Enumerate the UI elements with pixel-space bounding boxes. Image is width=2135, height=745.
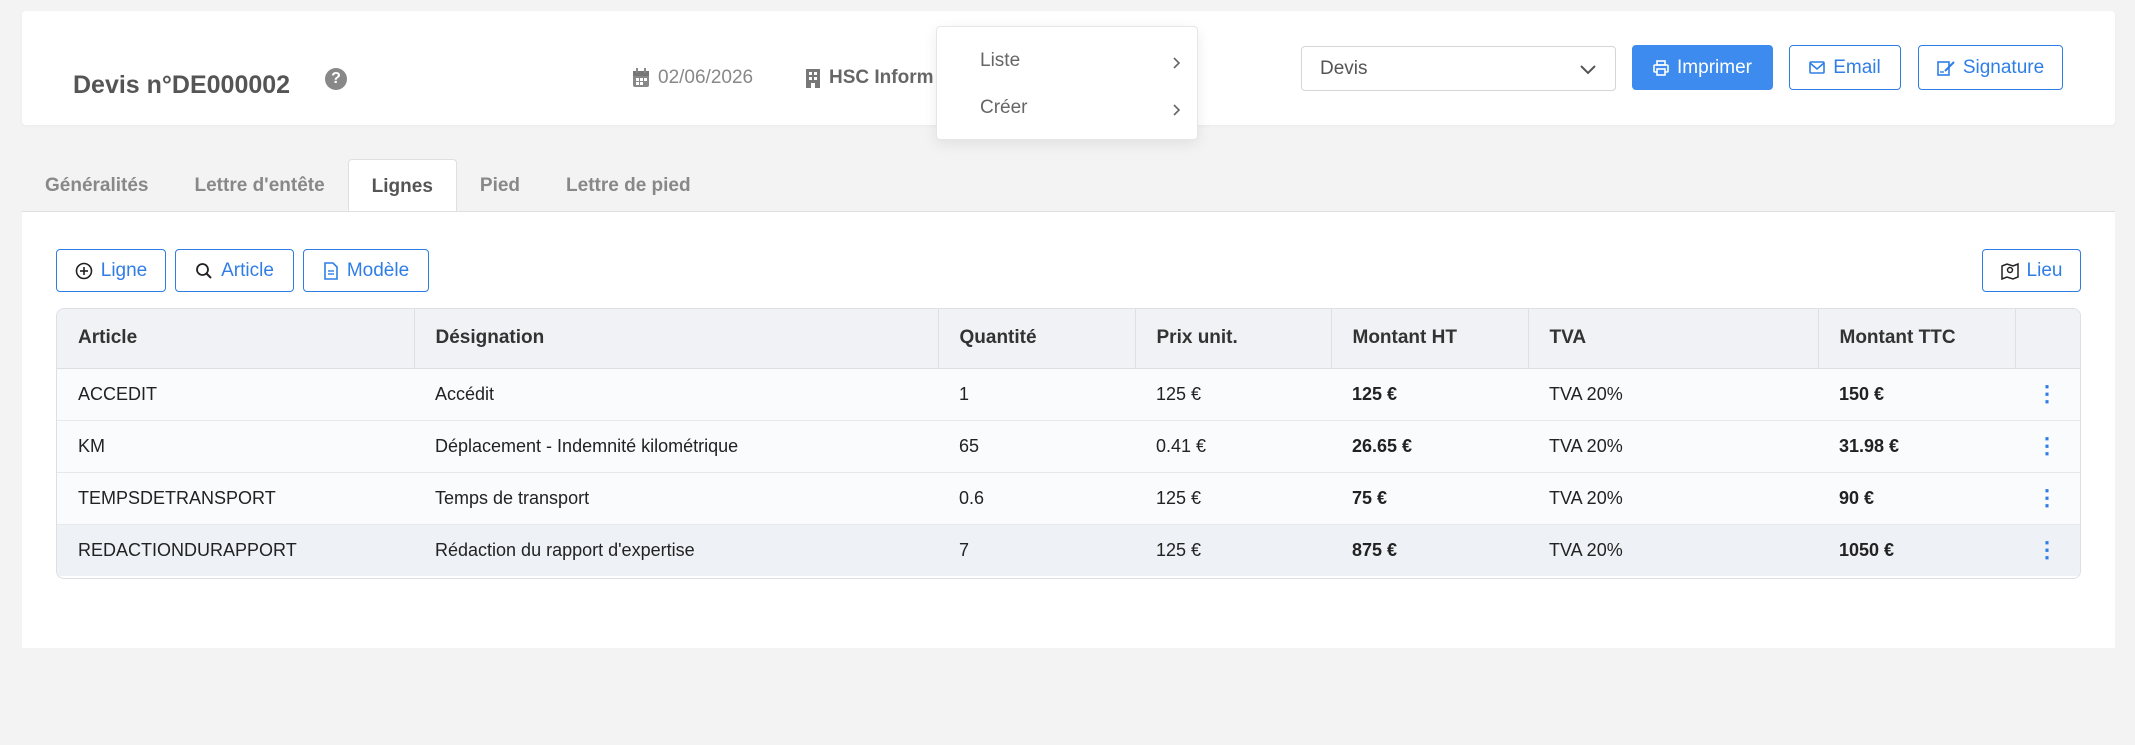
cell-article: TEMPSDETRANSPORT xyxy=(57,471,414,524)
more-vertical-icon[interactable]: ⋮ xyxy=(2036,434,2058,457)
table-row[interactable]: KM Déplacement - Indemnité kilométrique … xyxy=(57,419,2080,472)
search-icon xyxy=(196,262,212,279)
document-type-select[interactable]: Devis xyxy=(1301,46,1616,91)
table-header-row: Article Désignation Quantité Prix unit. … xyxy=(57,309,2080,369)
cell-vat: TVA 20% xyxy=(1528,367,1818,420)
cell-unit-price: 125 € xyxy=(1135,367,1331,420)
table-row[interactable]: REDACTIONDURAPPORT Rédaction du rapport … xyxy=(57,523,2080,576)
cell-unit-price: 0.41 € xyxy=(1135,419,1331,472)
cell-amount-ttc: 150 € xyxy=(1818,367,2015,420)
menu-item-label: Créer xyxy=(980,97,1028,118)
question-circle-icon[interactable]: ? xyxy=(325,68,347,90)
cell-amount-ttc: 31.98 € xyxy=(1818,419,2015,472)
more-vertical-icon[interactable]: ⋮ xyxy=(2036,382,2058,405)
cell-amount-ht: 75 € xyxy=(1331,471,1528,524)
cell-amount-ttc: 90 € xyxy=(1818,471,2015,524)
company-name: HSC Inform xyxy=(829,67,934,88)
chevron-right-icon xyxy=(1173,104,1181,116)
cell-amount-ht: 875 € xyxy=(1331,523,1528,576)
more-vertical-icon[interactable]: ⋮ xyxy=(2036,486,2058,509)
printer-icon xyxy=(1653,59,1669,76)
column-header[interactable]: Prix unit. xyxy=(1135,309,1332,369)
table-row[interactable]: ACCEDIT Accédit 1 125 € 125 € TVA 20% 15… xyxy=(57,367,2080,420)
more-vertical-icon[interactable]: ⋮ xyxy=(2036,538,2058,561)
cell-unit-price: 125 € xyxy=(1135,471,1331,524)
calendar-icon xyxy=(633,68,649,87)
map-icon xyxy=(2000,262,2019,280)
column-header[interactable]: Quantité xyxy=(938,309,1136,369)
column-header[interactable]: Montant HT xyxy=(1331,309,1529,369)
tab-lignes[interactable]: Lignes xyxy=(347,159,457,212)
column-header[interactable]: Article xyxy=(57,309,415,369)
tab-lettre-entete[interactable]: Lettre d'entête xyxy=(172,159,348,212)
cell-vat: TVA 20% xyxy=(1528,419,1818,472)
column-header[interactable]: TVA xyxy=(1528,309,1819,369)
document-icon xyxy=(324,261,338,280)
select-value: Devis xyxy=(1320,58,1368,79)
add-article-button[interactable]: Article xyxy=(175,249,294,292)
column-header[interactable]: Montant TTC xyxy=(1818,309,2016,369)
cell-vat: TVA 20% xyxy=(1528,471,1818,524)
cell-amount-ht: 26.65 € xyxy=(1331,419,1528,472)
company-link[interactable]: HSC Inform xyxy=(805,67,934,89)
tab-bar: Généralités Lettre d'entête Lignes Pied … xyxy=(22,159,714,212)
print-button[interactable]: Imprimer xyxy=(1632,45,1773,90)
cell-article: REDACTIONDURAPPORT xyxy=(57,523,414,576)
cell-article: KM xyxy=(57,419,414,472)
table-row[interactable]: TEMPSDETRANSPORT Temps de transport 0.6 … xyxy=(57,471,2080,524)
date-text: 02/06/2026 xyxy=(658,67,754,88)
cell-quantity: 7 xyxy=(938,523,1135,576)
column-header[interactable]: Désignation xyxy=(414,309,939,369)
plus-circle-icon xyxy=(75,262,93,279)
chevron-right-icon xyxy=(1173,57,1181,69)
email-button[interactable]: Email xyxy=(1789,45,1901,90)
cell-designation: Rédaction du rapport d'expertise xyxy=(414,523,938,576)
cell-designation: Accédit xyxy=(414,367,938,420)
cell-vat: TVA 20% xyxy=(1528,523,1818,576)
building-icon xyxy=(806,69,820,88)
cell-quantity: 65 xyxy=(938,419,1135,472)
envelope-icon xyxy=(1809,61,1826,74)
lines-table: Article Désignation Quantité Prix unit. … xyxy=(56,308,2081,579)
column-header-actions xyxy=(2015,309,2080,369)
cell-quantity: 0.6 xyxy=(938,471,1135,524)
cell-designation: Déplacement - Indemnité kilométrique xyxy=(414,419,938,472)
lines-panel: Ligne Article Modèle Lieu Article Désign… xyxy=(22,211,2115,648)
tab-pied[interactable]: Pied xyxy=(457,159,543,212)
cell-article: ACCEDIT xyxy=(57,367,414,420)
cell-amount-ttc: 1050 € xyxy=(1818,523,2015,576)
cell-designation: Temps de transport xyxy=(414,471,938,524)
cell-amount-ht: 125 € xyxy=(1331,367,1528,420)
page-title: Devis n°DE000002 xyxy=(73,71,291,99)
tab-generalites[interactable]: Généralités xyxy=(22,159,172,212)
dropdown-menu: Liste Créer xyxy=(936,26,1198,140)
tab-lettre-pied[interactable]: Lettre de pied xyxy=(543,159,714,212)
document-date: 02/06/2026 xyxy=(632,67,753,89)
add-template-button[interactable]: Modèle xyxy=(303,249,429,292)
menu-item-label: Liste xyxy=(980,50,1021,71)
signature-icon xyxy=(1937,60,1955,76)
add-line-button[interactable]: Ligne xyxy=(56,249,166,292)
chevron-down-icon xyxy=(1580,65,1596,75)
cell-unit-price: 125 € xyxy=(1135,523,1331,576)
signature-button[interactable]: Signature xyxy=(1918,45,2063,90)
location-button[interactable]: Lieu xyxy=(1982,249,2081,292)
cell-quantity: 1 xyxy=(938,367,1135,420)
